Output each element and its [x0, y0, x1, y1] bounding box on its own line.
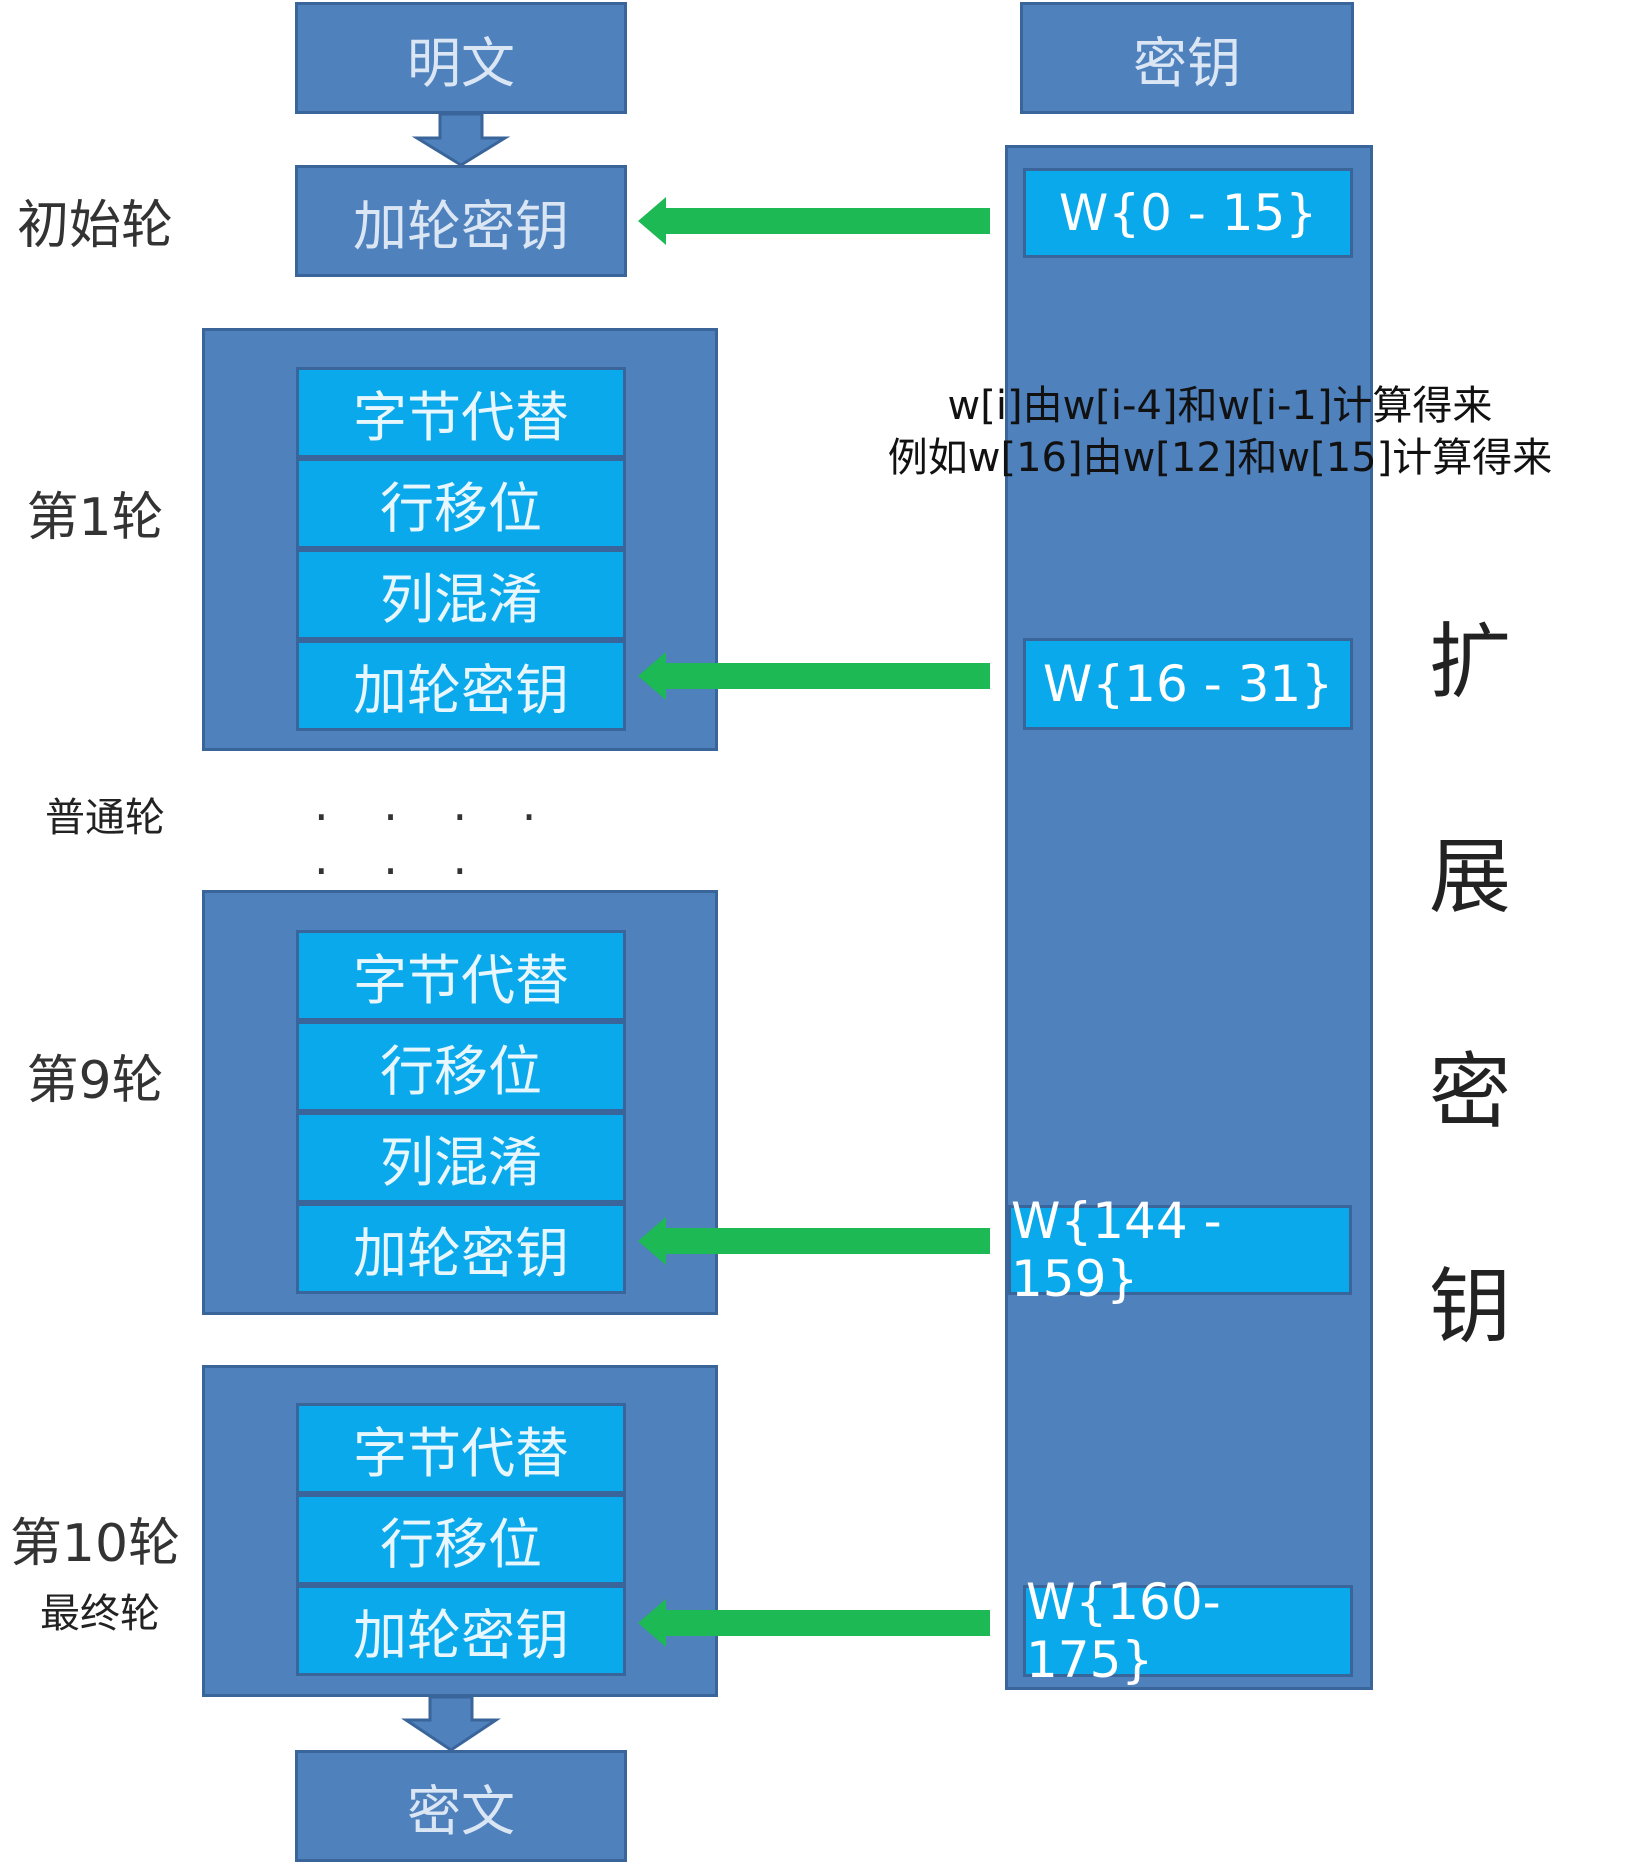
ciphertext-down-arrow [401, 1695, 501, 1752]
plaintext-down-arrow [411, 112, 511, 167]
arrow-to-round-1 [638, 652, 990, 700]
arrow-to-round-9 [638, 1217, 990, 1265]
arrows-layer [401, 112, 990, 1752]
arrow-to-initial [638, 197, 990, 245]
arrow-to-round-10 [638, 1599, 990, 1647]
green-arrows [638, 197, 990, 1647]
